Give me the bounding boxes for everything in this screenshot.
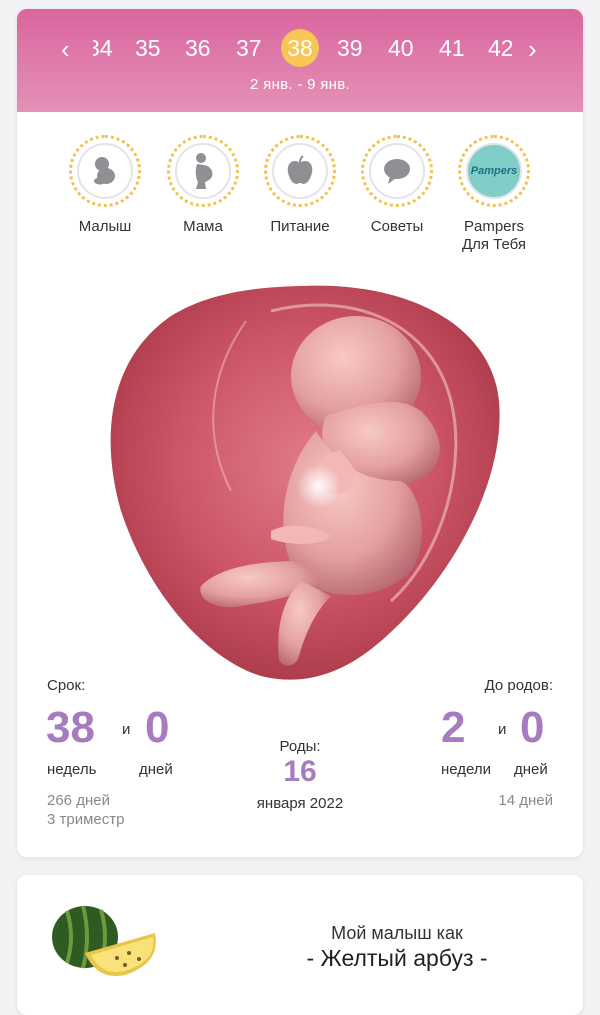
category-pampers-circle: Pampers xyxy=(458,135,530,207)
pregnancy-week-card: ‹ 34 35 36 37 38 39 40 41 42 › 2 янв. - … xyxy=(17,9,583,857)
active-week-number: 38 xyxy=(287,35,313,61)
fruit-name: - Желтый арбуз - xyxy=(306,945,488,971)
baby-icon xyxy=(94,157,115,185)
category-nutrition[interactable]: Питание xyxy=(250,135,350,236)
category-mom-label: Мама xyxy=(183,218,223,235)
birth-label: Роды: xyxy=(279,738,321,755)
category-mom-circle xyxy=(167,135,239,207)
term-days-value: 0 xyxy=(145,703,170,752)
week-34[interactable]: 34 xyxy=(93,35,113,62)
until-and: и xyxy=(498,721,507,738)
until-total-days: 14 дней xyxy=(498,792,553,809)
until-days-value: 0 xyxy=(520,703,545,752)
until-days-unit: дней xyxy=(514,761,548,778)
week-36[interactable]: 36 xyxy=(185,35,211,62)
speech-bubble-icon xyxy=(384,159,410,184)
until-weeks-value: 2 xyxy=(441,703,466,752)
term-weeks-value: 38 xyxy=(46,703,95,752)
week-35[interactable]: 35 xyxy=(135,35,161,62)
week-38-active[interactable]: 38 xyxy=(281,29,319,67)
week-selector: ‹ 34 35 36 37 38 39 40 41 42 › xyxy=(17,29,583,67)
category-baby[interactable]: Малыш xyxy=(55,135,155,236)
category-tips-circle xyxy=(361,135,433,207)
fruit-prefix: Мой малыш как xyxy=(331,923,463,943)
week-selector-header: ‹ 34 35 36 37 38 39 40 41 42 › 2 янв. - … xyxy=(17,9,583,112)
category-baby-circle xyxy=(69,135,141,207)
term-and: и xyxy=(122,721,131,738)
category-nutrition-circle xyxy=(264,135,336,207)
category-tips-label: Советы xyxy=(370,218,424,235)
category-tips[interactable]: Советы xyxy=(347,135,447,236)
watermelon-icon xyxy=(52,905,156,977)
week-42[interactable]: 42 xyxy=(488,35,512,62)
week-date-range: 2 янв. - 9 янв. xyxy=(250,76,350,93)
baby-size-fruit-card[interactable]: Мой малыш как - Желтый арбуз - xyxy=(17,875,583,1015)
term-weeks-unit: недель xyxy=(47,761,97,778)
week-40[interactable]: 40 xyxy=(388,35,414,62)
until-weeks-unit: недели xyxy=(441,761,492,778)
chevron-right-icon[interactable]: › xyxy=(528,34,537,65)
term-total-days: 266 дней xyxy=(47,792,110,809)
birth-month-year: января 2022 xyxy=(256,795,344,812)
category-pampers-label-line2: Для Тебя xyxy=(461,236,527,253)
term-days-unit: дней xyxy=(139,761,173,778)
fetus-illustration xyxy=(101,281,501,686)
pregnant-woman-icon xyxy=(195,153,213,189)
category-pampers-label-line1: Pampers xyxy=(463,218,525,235)
birth-day: 16 xyxy=(283,755,317,788)
week-41[interactable]: 41 xyxy=(439,35,465,62)
category-nutrition-label: Питание xyxy=(270,218,330,235)
until-birth-label: До родов: xyxy=(484,677,553,694)
category-pampers-label: Pampers Для Тебя xyxy=(444,218,544,254)
term-label: Срок: xyxy=(47,677,86,694)
category-baby-label: Малыш xyxy=(78,218,132,235)
week-37[interactable]: 37 xyxy=(236,35,262,62)
week-39[interactable]: 39 xyxy=(337,35,363,62)
category-mom[interactable]: Мама xyxy=(153,135,253,236)
apple-icon xyxy=(287,155,313,184)
chevron-left-icon[interactable]: ‹ xyxy=(61,34,70,65)
pampers-logo: Pampers xyxy=(470,165,518,177)
category-pampers[interactable]: Pampers Pampers Для Тебя xyxy=(444,135,544,254)
term-trimester: 3 триместр xyxy=(47,811,125,828)
